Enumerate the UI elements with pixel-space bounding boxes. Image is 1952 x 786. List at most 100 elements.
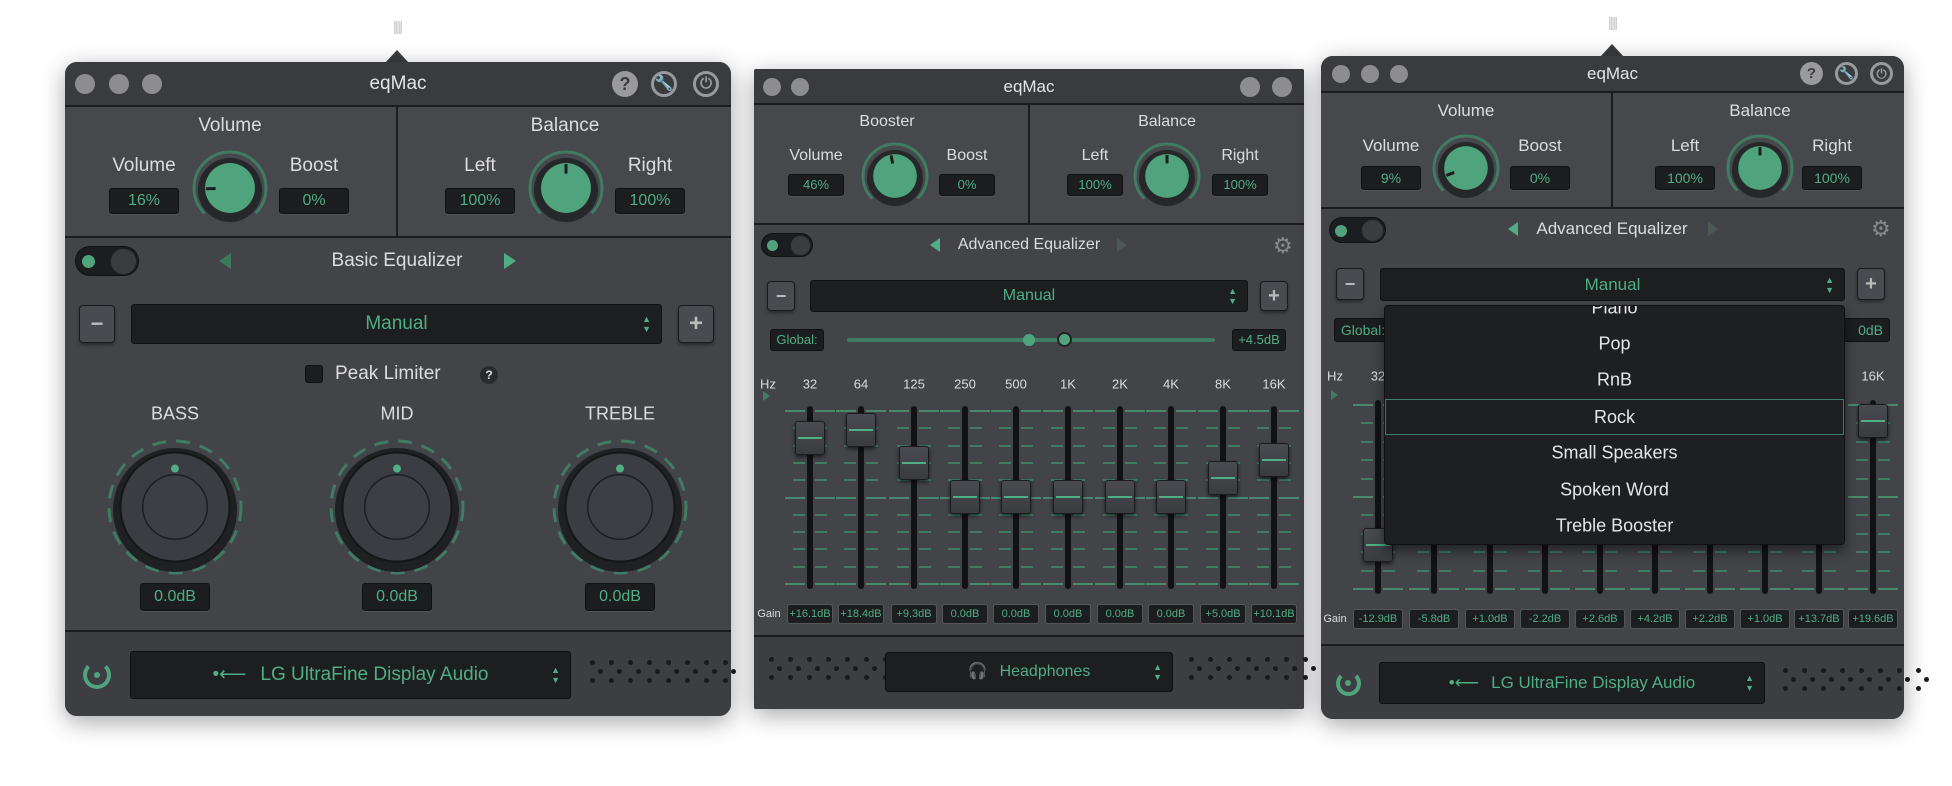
balance-knob[interactable] [526, 148, 606, 228]
band-slider-handle[interactable] [1001, 479, 1031, 514]
volume-knob[interactable] [859, 140, 931, 212]
band-slider-handle[interactable] [1156, 479, 1186, 514]
add-preset-button[interactable]: + [1260, 281, 1288, 311]
add-preset-button[interactable]: + [1857, 268, 1885, 300]
wrench-icon[interactable]: 🔧 [1835, 62, 1858, 85]
bass-knob[interactable] [105, 437, 245, 577]
equalizer-toggle[interactable] [75, 246, 139, 276]
output-device-select[interactable]: 🎧 Headphones ▲ ▼ [885, 652, 1173, 692]
band-gain-value[interactable]: -5.8dB [1409, 609, 1459, 629]
band-gain-value[interactable]: +13.7dB [1794, 609, 1844, 629]
output-device-select[interactable]: •⟵ LG UltraFine Display Audio ▲ ▼ [1379, 662, 1765, 704]
equalizer-toggle[interactable] [761, 233, 813, 257]
wrench-icon[interactable]: 🔧 [651, 71, 677, 97]
preset-menu-item[interactable]: Treble Booster [1385, 516, 1844, 537]
peak-limiter-help-icon[interactable]: ? [480, 366, 498, 384]
band-gain-value[interactable]: +10.1dB [1251, 604, 1297, 624]
balance-left-value[interactable]: 100% [1067, 174, 1123, 196]
preset-select[interactable]: Manual ▲ ▼ [131, 304, 662, 344]
band-gain-value[interactable]: +9.3dB [891, 604, 937, 624]
equalizer-toggle[interactable] [1329, 217, 1386, 243]
global-gain-value[interactable]: +4.5dB [1232, 329, 1286, 351]
remove-preset-button[interactable]: − [1336, 268, 1364, 300]
balance-right-value[interactable]: 100% [1212, 174, 1268, 196]
next-equalizer-arrow[interactable] [504, 253, 516, 269]
band-gain-value[interactable]: 0.0dB [942, 604, 988, 624]
band-slider-track[interactable] [911, 406, 917, 589]
band-slider-track[interactable] [1375, 400, 1381, 594]
preset-select[interactable]: Manual ▲ ▼ [1380, 268, 1845, 301]
treble-value[interactable]: 0.0dB [585, 583, 655, 611]
output-device-select[interactable]: •⟵ LG UltraFine Display Audio ▲ ▼ [130, 651, 571, 699]
treble-knob[interactable] [550, 437, 690, 577]
preset-menu-item[interactable]: Small Speakers [1385, 443, 1844, 464]
preset-menu-item[interactable]: Spoken Word [1385, 480, 1844, 501]
band-slider-track[interactable] [1220, 406, 1226, 589]
band-gain-value[interactable]: +16.1dB [787, 604, 833, 624]
power-icon[interactable]: ⏻ [693, 71, 719, 97]
balance-knob[interactable] [1724, 132, 1796, 204]
mid-knob[interactable] [327, 437, 467, 577]
bass-value[interactable]: 0.0dB [140, 583, 210, 611]
volume-value[interactable]: 46% [788, 174, 844, 196]
boost-value[interactable]: 0% [1510, 166, 1570, 190]
remove-preset-button[interactable]: − [767, 281, 795, 311]
balance-left-value[interactable]: 100% [445, 188, 515, 214]
preset-menu-item[interactable]: Rock [1385, 399, 1844, 435]
preset-select[interactable]: Manual ▲ ▼ [810, 280, 1248, 312]
band-gain-value[interactable]: +1.0dB [1740, 609, 1790, 629]
band-gain-value[interactable]: +4.2dB [1630, 609, 1680, 629]
band-slider-handle[interactable] [1105, 479, 1135, 514]
band-slider-handle[interactable] [795, 421, 825, 456]
reset-icon[interactable] [1336, 671, 1361, 696]
boost-value[interactable]: 0% [279, 188, 349, 214]
band-slider-handle[interactable] [1259, 443, 1289, 478]
band-gain-value[interactable]: 0.0dB [1045, 604, 1091, 624]
help-icon[interactable]: ? [612, 71, 638, 97]
gear-icon[interactable]: ⚙ [1871, 216, 1891, 242]
band-gain-value[interactable]: +5.0dB [1200, 604, 1246, 624]
gear-icon[interactable]: ⚙ [1273, 233, 1293, 259]
band-gain-value[interactable]: 0.0dB [993, 604, 1039, 624]
volume-value[interactable]: 9% [1361, 166, 1421, 190]
band-gain-value[interactable]: +1.0dB [1465, 609, 1515, 629]
band-gain-value[interactable]: 0.0dB [1148, 604, 1194, 624]
band-slider-handle[interactable] [1858, 403, 1888, 438]
add-preset-button[interactable]: + [678, 305, 714, 343]
remove-preset-button[interactable]: − [79, 305, 115, 343]
volume-knob[interactable] [190, 148, 270, 228]
band-gain-value[interactable]: 0.0dB [1097, 604, 1143, 624]
band-gain-value[interactable]: +18.4dB [838, 604, 884, 624]
band-gain-value[interactable]: -2.2dB [1520, 609, 1570, 629]
balance-right-value[interactable]: 100% [1802, 166, 1862, 190]
next-equalizer-arrow[interactable] [1117, 238, 1127, 252]
next-equalizer-arrow[interactable] [1708, 222, 1718, 236]
balance-knob[interactable] [1131, 140, 1203, 212]
previous-equalizer-arrow[interactable] [930, 238, 940, 252]
boost-value[interactable]: 0% [939, 174, 995, 196]
band-slider-handle[interactable] [950, 479, 980, 514]
balance-right-value[interactable]: 100% [615, 188, 685, 214]
volume-value[interactable]: 16% [109, 188, 179, 214]
mid-value[interactable]: 0.0dB [362, 583, 432, 611]
reset-icon[interactable] [83, 661, 111, 689]
band-gain-value[interactable]: +2.2dB [1685, 609, 1735, 629]
peak-limiter-checkbox[interactable] [305, 365, 323, 383]
preset-menu-item[interactable]: Piano [1385, 306, 1844, 319]
settings-button[interactable] [1272, 77, 1292, 97]
band-slider-handle[interactable] [899, 445, 929, 480]
band-slider-track[interactable] [1271, 406, 1277, 589]
volume-knob[interactable] [1430, 132, 1502, 204]
help-button[interactable] [1240, 77, 1260, 97]
previous-equalizer-arrow[interactable] [1508, 222, 1518, 236]
band-gain-value[interactable]: -12.9dB [1353, 609, 1403, 629]
band-slider-handle[interactable] [846, 413, 876, 448]
band-gain-value[interactable]: +19.6dB [1848, 609, 1898, 629]
band-slider-handle[interactable] [1208, 461, 1238, 496]
preset-menu-item[interactable]: Pop [1385, 334, 1844, 355]
balance-left-value[interactable]: 100% [1655, 166, 1715, 190]
band-gain-value[interactable]: +2.6dB [1575, 609, 1625, 629]
preset-menu-item[interactable]: RnB [1385, 370, 1844, 391]
global-slider-thumb[interactable] [1057, 332, 1072, 347]
help-icon[interactable]: ? [1800, 62, 1823, 85]
